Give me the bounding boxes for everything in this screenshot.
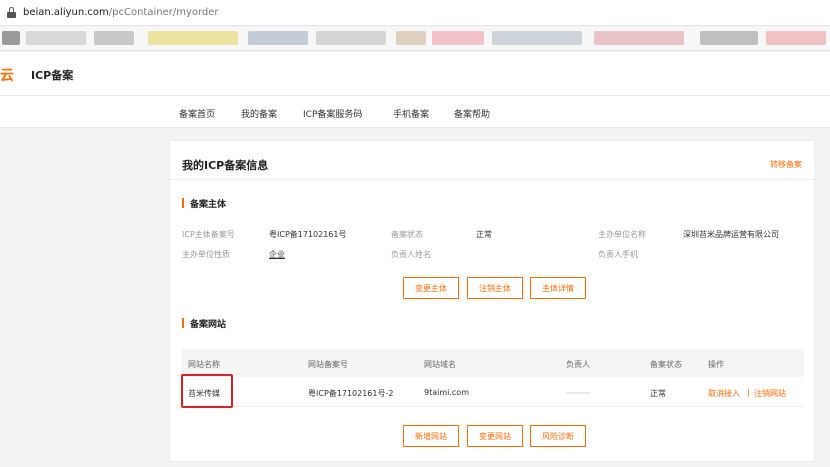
column-header: 负责人 [566, 360, 590, 369]
lock-icon [7, 7, 16, 18]
aliyun-logo[interactable]: 云 [0, 65, 14, 85]
transfer-record-link[interactable]: 转移备案 [770, 159, 802, 170]
cancel-subject-button[interactable]: 注销主体 [467, 277, 523, 299]
nav-item-mobile[interactable]: 手机备案 [393, 107, 429, 120]
browser-url-bar[interactable]: beian.aliyun.com/pcContainer/myorder [0, 0, 830, 26]
highlight-box [181, 374, 233, 408]
nav-item-my-records[interactable]: 我的备案 [241, 107, 277, 120]
site-owner-redacted [566, 392, 590, 394]
field-label-status: 备案状态 [391, 230, 423, 239]
nav-item-service-code[interactable]: ICP备案服务码 [303, 107, 362, 120]
site-record-no: 粤ICP备17102161号-2 [308, 389, 394, 398]
section-title-sites: 备案网站 [182, 317, 226, 330]
site-domain: 9taimi.com [424, 388, 469, 397]
subject-details-button[interactable]: 主体详情 [530, 277, 586, 299]
field-label-org-type: 主办单位性质 [182, 250, 230, 259]
field-label-icp-no: ICP主体备案号 [182, 230, 235, 239]
field-value-icp-no: 粤ICP备17102161号 [269, 230, 347, 239]
column-header: 备案状态 [650, 360, 682, 369]
divider [170, 179, 816, 180]
column-header: 网站名称 [188, 360, 220, 369]
field-value-org-name: 深圳苔米品牌运营有限公司 [683, 230, 779, 239]
sites-table-header: 网站名称 网站备案号 网站域名 负责人 备案状态 操作 [182, 349, 804, 377]
field-label-owner-phone: 负责人手机 [598, 250, 638, 259]
site-header: 云 ICP备案 [0, 52, 830, 96]
field-value-status: 正常 [476, 230, 492, 239]
change-site-button[interactable]: 变更网站 [467, 425, 523, 447]
field-label-owner-name: 负责人姓名 [391, 250, 431, 259]
action-separator: | [747, 388, 750, 397]
sub-navigation: 备案首页 我的备案 ICP备案服务码 手机备案 备案帮助 [0, 96, 830, 128]
section-title-subject: 备案主体 [182, 197, 226, 210]
bookmarks-bar [0, 27, 830, 51]
url-text[interactable]: beian.aliyun.com/pcContainer/myorder [23, 7, 219, 18]
add-site-button[interactable]: 新增网站 [403, 425, 459, 447]
column-header: 网站域名 [424, 360, 456, 369]
field-label-org-name: 主办单位名称 [598, 230, 646, 239]
risk-diagnosis-button[interactable]: 风险诊断 [530, 425, 586, 447]
column-header: 操作 [708, 360, 724, 369]
icp-info-card: 我的ICP备案信息 转移备案 备案主体 ICP主体备案号 粤ICP备171021… [169, 140, 816, 462]
change-subject-button[interactable]: 变更主体 [403, 277, 459, 299]
cancel-access-link[interactable]: 取消接入 [708, 388, 740, 399]
field-value-org-type[interactable]: 企业 [269, 249, 285, 260]
card-title: 我的ICP备案信息 [182, 159, 269, 172]
table-row: 苔米传媒 粤ICP备17102161号-2 9taimi.com 正常 取消接入… [182, 377, 804, 407]
site-title[interactable]: ICP备案 [31, 67, 73, 83]
site-status: 正常 [650, 389, 666, 398]
nav-item-help[interactable]: 备案帮助 [454, 107, 490, 120]
cancel-site-link[interactable]: 注销网站 [754, 388, 786, 399]
column-header: 网站备案号 [308, 360, 348, 369]
nav-item-home[interactable]: 备案首页 [179, 107, 215, 120]
